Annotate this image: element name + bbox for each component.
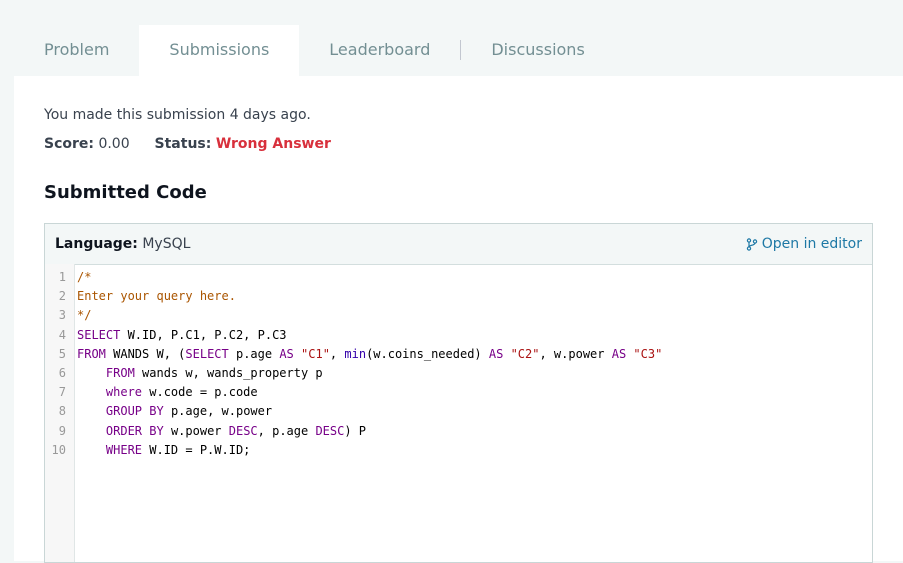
code-line: 6 FROM wands w, wands_property p xyxy=(45,364,872,383)
submitted-code-title: Submitted Code xyxy=(44,182,207,203)
line-number: 2 xyxy=(58,289,66,304)
code-text: FROM WANDS W, (SELECT p.age AS "C1", min… xyxy=(77,346,663,361)
code-text: GROUP BY p.age, w.power xyxy=(105,404,273,419)
line-number: 10 xyxy=(51,442,66,457)
score-status-line: Score: 0.00 Status: Wrong Answer xyxy=(44,136,331,152)
status-value: Wrong Answer xyxy=(215,136,331,152)
code-line: 3 */ xyxy=(45,306,872,325)
code-text: SELECT W.ID, P.C1, P.C2, P.C3 xyxy=(77,327,287,342)
code-text: Enter your query here. xyxy=(77,289,236,304)
code-line: 2 Enter your query here. xyxy=(45,287,872,306)
code-text: where w.code = p.code xyxy=(105,385,258,400)
line-number: 1 xyxy=(58,270,66,284)
code-text: WHERE W.ID = P.W.ID; xyxy=(105,442,251,457)
code-text: */ xyxy=(77,308,92,323)
language-value: MySQL xyxy=(142,236,191,252)
language-label: Language: xyxy=(55,236,138,252)
submission-time: You made this submission 4 days ago. xyxy=(44,107,311,123)
tab-leaderboard[interactable]: Leaderboard xyxy=(299,25,460,76)
language-info: Language: MySQL xyxy=(55,236,190,252)
score-value: 0.00 xyxy=(98,136,130,152)
code-header: Language: MySQL Open in editor xyxy=(45,224,872,265)
line-number: 4 xyxy=(58,327,66,342)
code-text: /* xyxy=(77,270,92,284)
tab-bar: Problem Submissions Leaderboard Discussi… xyxy=(14,25,615,76)
submission-panel: You made this submission 4 days ago. Sco… xyxy=(14,76,903,563)
code-line: 4 SELECT W.ID, P.C1, P.C2, P.C3 xyxy=(45,326,872,345)
branch-icon xyxy=(746,237,757,251)
tab-discussions[interactable]: Discussions xyxy=(461,25,614,76)
open-in-editor-link[interactable]: Open in editor xyxy=(746,236,862,252)
code-lines[interactable]: 1 /* 2 Enter your query here. 3 */ 4 SELECT … xyxy=(45,268,872,460)
status-label: Status: xyxy=(154,136,212,152)
code-line: 10 WHERE W.ID = P.W.ID; xyxy=(45,441,872,460)
line-number: 7 xyxy=(58,385,66,400)
line-number: 6 xyxy=(58,365,66,380)
line-number: 5 xyxy=(58,346,66,361)
line-number: 8 xyxy=(58,404,66,419)
open-in-editor-label: Open in editor xyxy=(761,236,862,252)
code-line: 5 FROM WANDS W, (SELECT p.age AS "C1", mi… xyxy=(45,345,872,364)
code-line: 7 where w.code = p.code xyxy=(45,383,872,402)
line-number: 9 xyxy=(58,423,66,438)
code-line: 9 ORDER BY w.power DESC, p.age DESC) P xyxy=(45,422,872,441)
code-line: 8 GROUP BY p.age, w.power xyxy=(45,402,872,421)
line-number: 3 xyxy=(58,308,66,323)
tab-submissions[interactable]: Submissions xyxy=(139,25,300,76)
code-text: ORDER BY w.power DESC, p.age DESC) P xyxy=(105,423,367,438)
score-label: Score: xyxy=(44,136,94,152)
code-text: FROM wands w, wands_property p xyxy=(105,365,323,380)
code-line: 1 /* xyxy=(45,268,872,287)
tab-problem[interactable]: Problem xyxy=(14,25,139,76)
code-viewer: Language: MySQL Open in editor 1 /* 2 Ente… xyxy=(44,223,873,563)
